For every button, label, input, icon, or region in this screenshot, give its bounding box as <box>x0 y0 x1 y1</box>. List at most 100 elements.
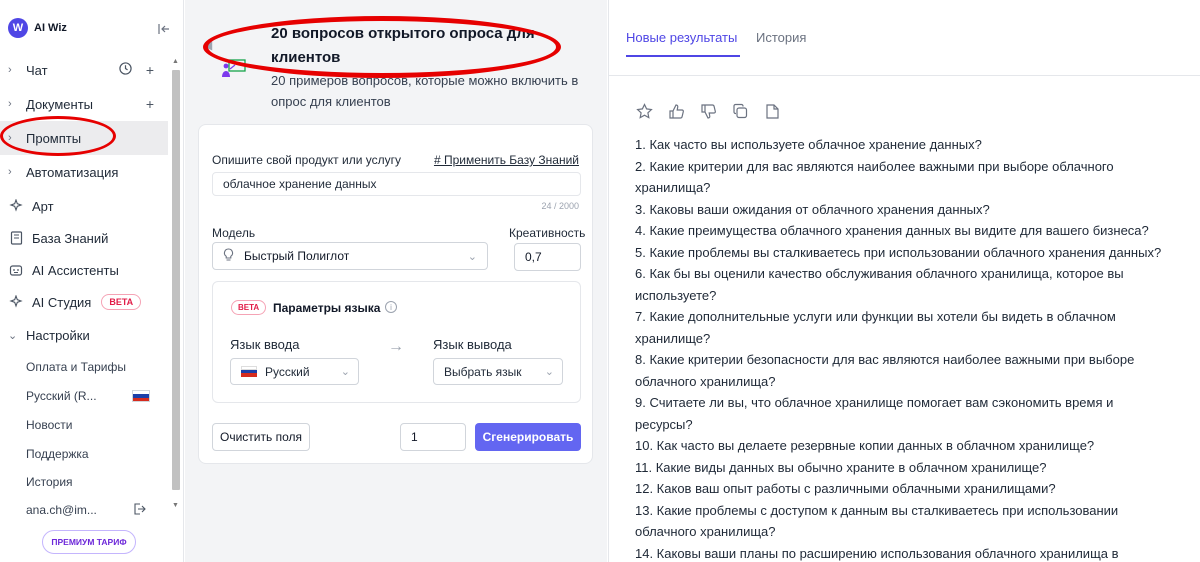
scroll-down-icon[interactable]: ▼ <box>172 502 179 509</box>
logo-icon: W <box>8 18 28 38</box>
beta-badge: BETA <box>101 294 142 310</box>
result-line: 13. Какие проблемы с доступом к данным в… <box>635 502 1119 518</box>
result-line: 11. Какие виды данных вы обычно храните … <box>635 459 1047 475</box>
creativity-label: Креативность <box>509 226 586 240</box>
copy-icon[interactable] <box>731 102 749 120</box>
chevron-right-icon: › <box>8 64 12 76</box>
result-line: 1. Как часто вы используете облачное хра… <box>635 137 982 152</box>
result-line: облачного хранилища? <box>635 373 776 389</box>
settings-item-billing[interactable]: Оплата и Тарифы <box>26 360 126 374</box>
sidebar-item-ai-assistants[interactable]: AI Ассистенты <box>0 253 168 287</box>
prompt-panel: ◀ 20 вопросов открытого опроса для клиен… <box>185 0 607 562</box>
user-email: ana.ch@im... <box>26 503 97 517</box>
result-line: 14. Каковы ваши планы по расширению испо… <box>635 545 1119 561</box>
result-line: 4. Какие преимущества облачного хранения… <box>635 223 1149 238</box>
star-icon[interactable] <box>635 102 653 120</box>
plus-icon[interactable]: + <box>146 62 154 78</box>
sidebar-item-art[interactable]: Арт <box>0 189 168 223</box>
sidebar-item-label: AI Ассистенты <box>32 262 119 278</box>
product-input[interactable]: облачное хранение данных <box>212 172 581 196</box>
premium-plan-button[interactable]: ПРЕМИУМ ТАРИФ <box>42 530 136 554</box>
model-select[interactable]: Быстрый Полиглот ⌄ <box>212 242 488 270</box>
creativity-input[interactable]: 0,7 <box>514 243 581 271</box>
document-icon[interactable] <box>763 102 781 120</box>
beta-badge: BETA <box>231 300 267 315</box>
russia-flag-icon <box>132 390 150 402</box>
clock-icon[interactable] <box>119 62 132 78</box>
result-line: 3. Каковы ваши ожидания от облачного хра… <box>635 201 990 217</box>
chevron-right-icon: › <box>8 98 12 110</box>
result-line: облачного хранилища? <box>635 524 776 539</box>
result-line: 9. Считаете ли вы, что облачное хранилищ… <box>635 395 1114 410</box>
result-line: 6. Как бы вы оценили качество обслуживан… <box>635 266 1124 281</box>
bulb-icon <box>223 247 234 265</box>
output-language-value: Выбрать язык <box>444 364 522 379</box>
sidebar-item-label: Автоматизация <box>26 164 119 180</box>
collapse-icon[interactable] <box>156 21 172 37</box>
sidebar-item-label: Настройки <box>26 327 90 343</box>
robot-icon <box>8 262 24 278</box>
chevron-right-icon: › <box>8 166 12 178</box>
result-line: 7. Какие дополнительные услуги или функц… <box>635 309 1116 324</box>
sidebar-item-ai-studio[interactable]: AI Студия BETA <box>0 285 168 319</box>
tab-new-results[interactable]: Новые результаты <box>626 30 737 45</box>
plus-icon[interactable]: + <box>146 96 154 112</box>
result-actions <box>635 102 781 120</box>
template-title: 20 вопросов открытого опроса для клиенто… <box>271 25 535 66</box>
settings-item-support[interactable]: Поддержка <box>26 447 89 461</box>
brand[interactable]: W AI Wiz <box>8 18 67 38</box>
settings-item-language[interactable]: Русский (R... <box>26 389 97 403</box>
scrollbar-thumb[interactable] <box>172 70 180 490</box>
arrow-right-icon: → <box>388 338 404 355</box>
input-language-value: Русский <box>265 364 310 379</box>
sidebar-item-label: AI Студия <box>32 294 92 310</box>
settings-item-history[interactable]: История <box>26 475 73 489</box>
apply-knowledge-base-link[interactable]: # Применить Базу Знаний <box>434 153 579 167</box>
language-settings-title: Параметры языка <box>273 301 381 315</box>
template-description: 20 примеров вопросов, которые можно вклю… <box>271 73 579 109</box>
settings-item-news[interactable]: Новости <box>26 418 72 432</box>
result-line: 12. Каков ваш опыт работы с различными о… <box>635 481 1056 496</box>
result-line: 8. Какие критерии безопасности для вас я… <box>635 352 1135 367</box>
logout-icon[interactable] <box>132 502 146 519</box>
sidebar-item-settings[interactable]: ⌄ Настройки <box>0 318 168 352</box>
presentation-icon <box>221 58 247 78</box>
language-settings: BETA Параметры языка i Язык ввода → Язык… <box>212 281 581 403</box>
results-panel: Новые результаты История 1. Как часто вы… <box>608 0 1200 562</box>
chevron-right-icon: › <box>8 132 12 144</box>
clear-fields-button[interactable]: Очистить поля <box>212 423 310 451</box>
input-language-label: Язык ввода <box>230 337 300 352</box>
chevron-down-icon: ⌄ <box>340 366 350 378</box>
sidebar-item-documents[interactable]: › Документы + <box>0 87 168 121</box>
result-line: используете? <box>635 287 717 303</box>
sidebar-item-knowledge-base[interactable]: База Знаний <box>0 221 168 255</box>
model-label: Модель <box>212 226 256 240</box>
back-arrow-icon[interactable]: ◀ <box>203 38 212 52</box>
sidebar: W AI Wiz › Чат + › Документы + › Промпты… <box>0 0 184 562</box>
book-icon <box>8 230 24 246</box>
generate-button[interactable]: Сгенерировать <box>475 423 581 451</box>
sidebar-item-automation[interactable]: › Автоматизация <box>0 155 168 189</box>
sidebar-item-prompts[interactable]: › Промпты <box>0 121 168 155</box>
output-count-input[interactable]: 1 <box>400 423 466 451</box>
prompt-form-card: Опишите свой продукт или услугу # Примен… <box>198 124 593 464</box>
sidebar-item-label: База Знаний <box>32 230 109 246</box>
thumb-down-icon[interactable] <box>699 102 717 120</box>
scroll-up-icon[interactable]: ▲ <box>172 58 179 65</box>
sparkle-icon <box>8 294 24 310</box>
info-icon[interactable]: i <box>385 301 397 313</box>
sidebar-item-chat[interactable]: › Чат + <box>0 53 168 87</box>
model-value: Быстрый Полиглот <box>244 249 350 263</box>
chevron-down-icon: ⌄ <box>8 329 18 342</box>
chevron-down-icon: ⌄ <box>467 250 477 263</box>
russia-flag-icon <box>241 366 257 377</box>
sparkle-icon <box>8 198 24 214</box>
results-list: 1. Как часто вы используете облачное хра… <box>635 134 1195 562</box>
sidebar-item-label: Арт <box>32 198 54 214</box>
thumb-up-icon[interactable] <box>667 102 685 120</box>
tab-history[interactable]: История <box>756 30 806 45</box>
sidebar-item-label: Чат <box>26 62 48 78</box>
results-tabs: Новые результаты История <box>609 0 1200 76</box>
output-language-select[interactable]: Выбрать язык ⌄ <box>433 358 563 385</box>
input-language-select[interactable]: Русский ⌄ <box>230 358 359 385</box>
